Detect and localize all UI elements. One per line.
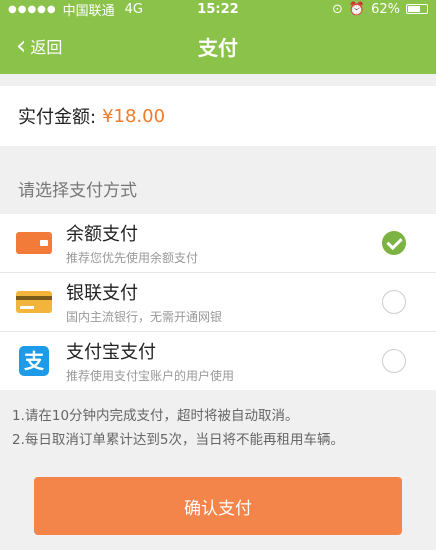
battery-icon bbox=[406, 4, 428, 14]
chevron-left-icon: ‹ bbox=[16, 31, 27, 61]
status-time: 15:22 bbox=[197, 1, 239, 17]
payment-section-title: 请选择支付方式 bbox=[18, 180, 137, 201]
back-button[interactable]: ‹ 返回 bbox=[16, 18, 62, 74]
status-right: ⊙ ⏰ 62% bbox=[332, 2, 428, 17]
payment-method-balance[interactable]: 余额支付 推荐您优先使用余额支付 bbox=[0, 214, 436, 273]
amount-label: 实付金额: bbox=[18, 107, 97, 128]
status-bar: ●●●●● 中国联通 4G 15:22 ⊙ ⏰ 62% bbox=[0, 0, 436, 19]
alarm-icon: ⏰ bbox=[348, 1, 366, 17]
alipay-icon: 支 bbox=[19, 346, 49, 376]
back-label: 返回 bbox=[30, 38, 63, 57]
carrier-name: 中国联通 bbox=[62, 3, 115, 19]
radio-unselected[interactable] bbox=[382, 349, 406, 373]
note-line: 1.请在10分钟内完成支付，超时将被自动取消。 bbox=[12, 408, 299, 424]
payment-method-name: 余额支付 bbox=[66, 224, 138, 245]
amount-row: 实付金额: ¥18.00 bbox=[0, 86, 436, 146]
radio-selected[interactable] bbox=[382, 231, 406, 255]
note-line: 2.每日取消订单累计达到5次，当日将不能再租用车辆。 bbox=[12, 432, 344, 448]
bank-card-icon bbox=[16, 291, 52, 313]
payment-notes: 1.请在10分钟内完成支付，超时将被自动取消。 2.每日取消订单累计达到5次，当… bbox=[0, 390, 436, 466]
payment-method-list: 余额支付 推荐您优先使用余额支付 银联支付 国内主流银行，无需开通网银 支 支付… bbox=[0, 214, 436, 390]
battery-percent: 62% bbox=[371, 1, 400, 17]
payment-method-name: 支付宝支付 bbox=[66, 342, 156, 363]
payment-method-desc: 推荐使用支付宝账户的用户使用 bbox=[66, 369, 235, 383]
lock-rotation-icon: ⊙ bbox=[332, 1, 343, 17]
payment-method-desc: 推荐您优先使用余额支付 bbox=[66, 251, 199, 265]
confirm-payment-button[interactable]: 确认支付 bbox=[34, 477, 402, 535]
radio-unselected[interactable] bbox=[382, 290, 406, 314]
page-title: 支付 bbox=[198, 35, 238, 60]
network-type: 4G bbox=[124, 1, 144, 17]
amount-value: ¥18.00 bbox=[102, 105, 166, 127]
nav-bar: ‹ 返回 支付 bbox=[0, 18, 436, 74]
payment-method-desc: 国内主流银行，无需开通网银 bbox=[66, 310, 223, 324]
payment-method-name: 银联支付 bbox=[66, 283, 138, 304]
payment-method-unionpay[interactable]: 银联支付 国内主流银行，无需开通网银 bbox=[0, 273, 436, 332]
wallet-icon bbox=[16, 232, 52, 254]
payment-method-alipay[interactable]: 支 支付宝支付 推荐使用支付宝账户的用户使用 bbox=[0, 332, 436, 390]
signal-strength-icon: ●●●●● bbox=[8, 3, 57, 15]
